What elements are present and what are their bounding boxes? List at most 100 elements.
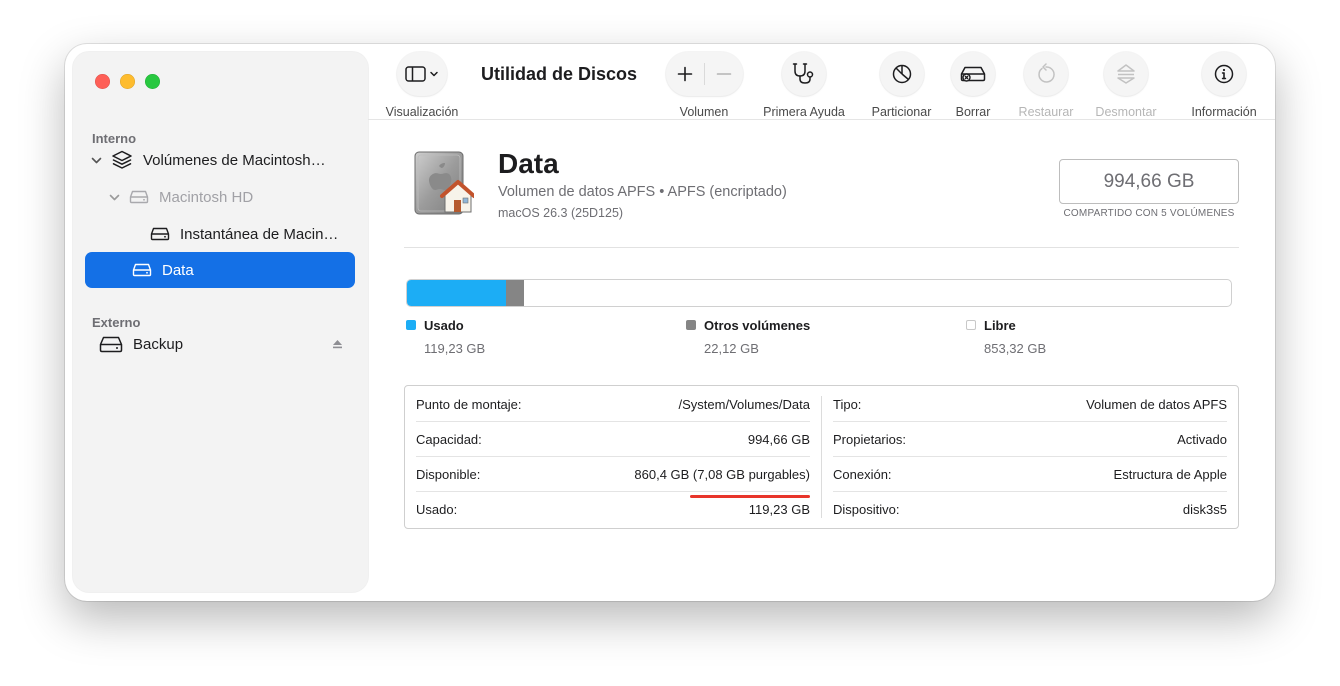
capacity-box: 994,66 GB [1059, 159, 1239, 204]
info-row-used: Usado: 119,23 GB [405, 492, 821, 527]
legend-name: Usado [424, 318, 464, 333]
zoom-window-button[interactable] [145, 74, 160, 89]
pie-chart-icon [879, 52, 924, 96]
volume-pill [665, 52, 743, 96]
eject-icon[interactable] [332, 337, 343, 354]
view-label: Visualización [385, 105, 459, 119]
info-key: Usado: [416, 502, 458, 517]
usage-bar-other-volumes [505, 280, 525, 306]
info-value: 860,4 GB (7,08 GB purgables) [634, 467, 810, 482]
info-key: Capacidad: [416, 432, 482, 447]
sidebar-item-macintosh-hd[interactable]: Macintosh HD [85, 179, 355, 215]
info-row-device: Dispositivo: disk3s5 [822, 492, 1238, 527]
info-icon [1202, 52, 1246, 96]
volume-detail-pane: Data Volumen de datos APFS • APFS (encri… [368, 120, 1275, 601]
unmount-label: Desmontar [1095, 105, 1157, 119]
restore-icon [1024, 52, 1068, 96]
partition-label: Particionar [871, 105, 932, 119]
legend-swatch-used [406, 320, 416, 330]
info-value: /System/Volumes/Data [678, 397, 811, 412]
plus-icon [677, 66, 692, 82]
sidebar-item-data[interactable]: Data [85, 252, 355, 288]
internal-drive-home-icon [412, 150, 476, 225]
info-row-connection: Conexión: Estructura de Apple [822, 457, 1238, 492]
chevron-down-icon[interactable] [89, 153, 103, 167]
restore-button[interactable]: Restaurar [1010, 52, 1082, 119]
erase-button[interactable]: Borrar [946, 52, 1000, 119]
info-value: Estructura de Apple [1113, 467, 1227, 482]
legend-name: Otros volúmenes [704, 318, 811, 333]
sidebar-item-label: Backup [133, 335, 184, 353]
info-key: Disponible: [416, 467, 481, 482]
drive-icon [132, 263, 152, 277]
legend-value: 22,12 GB [704, 341, 759, 356]
info-column-left: Punto de montaje: /System/Volumes/Data C… [405, 386, 821, 528]
sidebar: Interno Volúmenes de Macintosh… Macintos… [73, 52, 368, 592]
erase-label: Borrar [955, 105, 991, 119]
partition-button[interactable]: Particionar [859, 52, 944, 119]
minus-icon [716, 73, 731, 75]
add-volume-button[interactable] [666, 52, 704, 96]
legend-name: Libre [984, 318, 1016, 333]
toolbar: Visualización Utilidad de Discos Volumen… [368, 44, 1275, 120]
info-row-mount-point: Punto de montaje: /System/Volumes/Data [405, 387, 821, 422]
first-aid-button[interactable]: Primera Ayuda [759, 52, 849, 119]
volume-label: Volumen [679, 105, 729, 119]
info-row-available: Disponible: 860,4 GB (7,08 GB purgables) [405, 457, 821, 498]
disk-utility-window: Interno Volúmenes de Macintosh… Macintos… [65, 44, 1275, 601]
sidebar-item-snapshot[interactable]: Instantánea de Macin… [85, 216, 355, 252]
legend-swatch-free [966, 320, 976, 330]
minimize-window-button[interactable] [120, 74, 135, 89]
info-key: Conexión: [833, 467, 892, 482]
legend-value: 853,32 GB [984, 341, 1047, 356]
sidebar-item-label: Data [162, 261, 194, 279]
sidebar-item-label: Instantánea de Macin… [180, 225, 339, 243]
window-title: Utilidad de Discos [481, 64, 638, 84]
info-value: 119,23 GB [748, 502, 810, 517]
sidebar-toggle-icon[interactable] [397, 52, 447, 96]
info-key: Tipo: [833, 397, 862, 412]
header-divider [404, 247, 1239, 248]
info-value: 994,66 GB [747, 432, 810, 447]
chevron-down-icon[interactable] [107, 190, 121, 204]
volume-description: Volumen de datos APFS • APFS (encriptado… [498, 184, 787, 200]
info-key: Dispositivo: [833, 502, 900, 517]
close-window-button[interactable] [95, 74, 110, 89]
legend-swatch-other [686, 320, 696, 330]
info-key: Punto de montaje: [416, 397, 522, 412]
usage-bar [406, 279, 1232, 307]
volume-info-table: Punto de montaje: /System/Volumes/Data C… [404, 385, 1239, 529]
info-column-right: Tipo: Volumen de datos APFS Propietarios… [822, 386, 1238, 528]
erase-drive-icon [951, 52, 995, 96]
view-button[interactable]: Visualización [382, 52, 462, 119]
info-row-owners: Propietarios: Activado [822, 422, 1238, 457]
info-button[interactable]: Información [1186, 52, 1262, 119]
info-label: Información [1191, 105, 1257, 119]
sidebar-item-backup[interactable]: Backup [85, 326, 355, 362]
info-row-type: Tipo: Volumen de datos APFS [822, 387, 1238, 422]
restore-label: Restaurar [1018, 105, 1074, 119]
info-row-capacity: Capacidad: 994,66 GB [405, 422, 821, 457]
drive-icon [150, 227, 170, 241]
stethoscope-icon [782, 52, 826, 96]
sidebar-item-label: Macintosh HD [159, 188, 254, 206]
shared-volumes-note: COMPARTIDO CON 5 VOLÚMENES [1063, 208, 1235, 219]
info-value: Activado [1177, 432, 1227, 447]
first-aid-label: Primera Ayuda [763, 105, 845, 119]
volume-name: Data [498, 148, 559, 179]
info-key: Propietarios: [833, 432, 906, 447]
unmount-icon [1104, 52, 1148, 96]
unmount-button[interactable]: Desmontar [1086, 52, 1166, 119]
sidebar-item-label: Volúmenes de Macintosh… [143, 151, 326, 169]
usage-bar-used [407, 280, 506, 306]
info-value: Volumen de datos APFS [1086, 397, 1227, 412]
remove-volume-button[interactable] [705, 52, 743, 96]
volume-button-group: Volumen [662, 52, 746, 119]
layers-icon [111, 150, 133, 170]
drive-icon [99, 336, 123, 353]
info-value: disk3s5 [1182, 502, 1227, 517]
drive-icon [129, 190, 149, 204]
legend-value: 119,23 GB [424, 341, 486, 356]
sidebar-item-macintosh-volumes[interactable]: Volúmenes de Macintosh… [85, 142, 355, 178]
volume-os-version: macOS 26.3 (25D125) [498, 206, 624, 220]
